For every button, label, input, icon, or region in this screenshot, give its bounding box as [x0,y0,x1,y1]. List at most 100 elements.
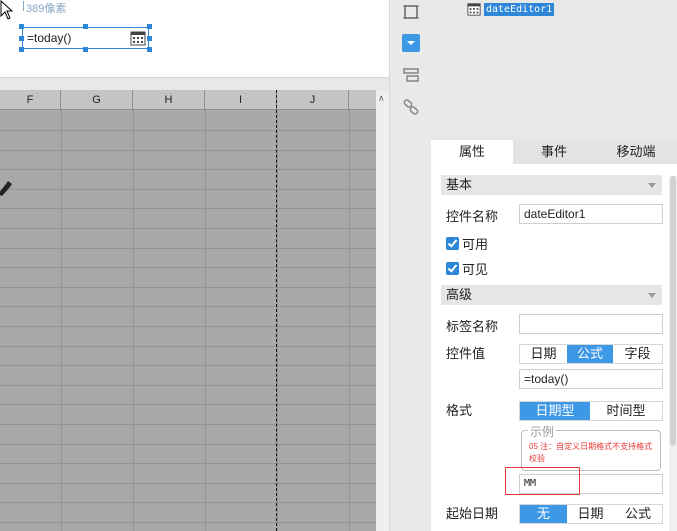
section-basic-header[interactable]: 基本 [441,175,662,195]
grid-row-line [0,385,376,386]
grid-row-line [0,502,376,503]
widget-name-input[interactable]: dateEditor1 [519,204,663,224]
report-sheet[interactable]: F G H I J ∧ [0,90,389,531]
checkbox-checked-icon [446,262,459,275]
grid-row-line [0,130,376,131]
widget-value-input[interactable]: =today() [519,369,663,389]
tab-events[interactable]: 事件 [513,140,595,164]
format-example-box: 示例 05 注：自定义日期格式不支持格式校验 [521,423,661,471]
column-header-g[interactable]: G [61,90,133,110]
designer-window: 389像素 =today() F G H I J ∧ dateEditor1 属… [0,0,677,531]
enabled-label: 可用 [462,237,489,252]
value-type-selector: 日期 公式 字段 [519,344,663,364]
tag-name-label: 标签名称 [446,319,499,334]
grid-column-line [205,110,206,531]
grid-row-line [0,169,376,170]
grid-row-line [0,326,376,327]
format-type-selector: 日期型 时间型 [519,401,663,421]
grid-row-line [0,150,376,151]
section-advanced-title: 高级 [446,287,473,302]
grid-column-line [61,110,62,531]
start-date-formula[interactable]: 公式 [614,505,662,523]
value-type-field[interactable]: 字段 [613,345,662,363]
start-date-none[interactable]: 无 [520,505,567,523]
grid-row-line [0,189,376,190]
scrollbar-thumb[interactable] [670,176,676,446]
collapse-caret-icon [648,293,656,298]
grid-column-line [349,110,350,531]
section-basic-title: 基本 [446,177,473,192]
grid-column-line [277,110,278,531]
calendar-icon[interactable] [130,30,146,46]
width-hint: 389像素 [22,0,66,16]
resize-handle-ne[interactable] [147,24,152,29]
resize-handle-e[interactable] [147,36,152,41]
visible-checkbox[interactable]: 可见 [446,259,488,278]
start-date-label: 起始日期 [446,506,499,521]
column-header-i[interactable]: I [205,90,277,110]
format-type-date[interactable]: 日期型 [520,402,590,420]
value-type-formula[interactable]: 公式 [567,345,613,363]
grid-row-line [0,228,376,229]
grid-row-line [0,248,376,249]
side-toolbar [389,0,431,531]
column-header-f[interactable]: F [0,90,61,110]
resize-handle-s[interactable] [83,47,88,52]
grid-row-line [0,404,376,405]
tab-properties[interactable]: 属性 [431,140,513,164]
example-legend: 示例 [528,423,557,440]
grid-row-line [0,463,376,464]
grid-row-line [0,365,376,366]
frame-icon[interactable] [402,3,420,21]
design-canvas[interactable]: 389像素 =today() [0,0,389,78]
sheet-vertical-scrollbar[interactable]: ∧ [376,90,389,531]
grid-row-line [0,287,376,288]
start-date-date[interactable]: 日期 [567,505,614,523]
calendar-icon [467,3,481,16]
column-header-h[interactable]: H [133,90,205,110]
scroll-up-icon[interactable]: ∧ [378,93,385,104]
highlight-box [505,467,580,495]
grid-row-line [0,306,376,307]
grid-column-line [133,110,134,531]
value-type-date[interactable]: 日期 [520,345,567,363]
chevron-down-icon [407,41,415,45]
widget-name-label: 控件名称 [446,209,499,224]
tab-mobile[interactable]: 移动端 [595,140,677,164]
enabled-checkbox[interactable]: 可用 [446,234,488,253]
grid-row-line [0,483,376,484]
layout-icon[interactable] [402,66,420,84]
resize-handle-nw[interactable] [19,24,24,29]
property-panel: 属性 事件 移动端 基本 控件名称 dateEditor1 可用 可见 高级 标… [431,140,677,531]
dropdown-toggle-button[interactable] [402,34,420,52]
panel-vertical-scrollbar[interactable] [669,176,677,531]
date-editor-widget[interactable]: =today() [22,27,149,49]
mouse-cursor-icon [0,0,14,20]
resize-handle-sw[interactable] [19,47,24,52]
resize-handle-n[interactable] [83,24,88,29]
column-header-j[interactable]: J [277,90,349,110]
collapse-caret-icon [648,183,656,188]
widget-tree: dateEditor1 [431,0,677,140]
page-break-line [276,90,277,531]
section-advanced-header[interactable]: 高级 [441,285,662,305]
grid-row-line [0,267,376,268]
resize-handle-se[interactable] [147,47,152,52]
format-type-time[interactable]: 时间型 [590,402,662,420]
panel-tabs: 属性 事件 移动端 [431,140,677,164]
checkbox-checked-icon [446,237,459,250]
grid-row-line [0,522,376,523]
widget-value-label: 控件值 [446,346,486,361]
tree-item-date-editor[interactable]: dateEditor1 [467,2,555,16]
pen-icon [0,181,12,196]
link-icon[interactable] [402,98,420,116]
format-label: 格式 [446,403,473,418]
grid-row-line [0,346,376,347]
grid-row-line [0,444,376,445]
resize-handle-w[interactable] [19,36,24,41]
grid-row-line [0,424,376,425]
date-editor-value: =today() [27,31,72,45]
start-date-selector: 无 日期 公式 [519,504,663,524]
tag-name-input[interactable] [519,314,663,334]
example-note: 05 注：自定义日期格式不支持格式校验 [529,442,653,463]
